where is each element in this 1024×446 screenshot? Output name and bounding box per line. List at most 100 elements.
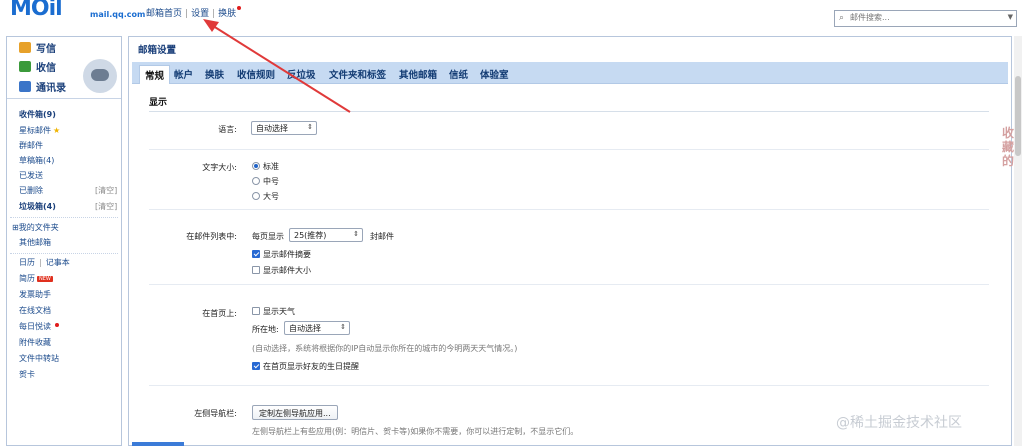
fontsize-standard-radio[interactable]	[252, 162, 260, 170]
mail-search-box[interactable]: ⌕ ▼	[834, 10, 1017, 27]
sidebar-item-cards[interactable]: 贺卡	[19, 369, 35, 380]
sidebar-item-docs[interactable]: 在线文档	[19, 305, 51, 316]
sidebar-item-starred[interactable]: 星标邮件 ★	[19, 125, 60, 136]
sidebar-item-resume[interactable]: 简历 NEW	[19, 273, 53, 284]
contacts-icon	[19, 81, 31, 92]
sidebar-item-label: 每日悦读	[19, 322, 51, 331]
chevron-down-icon[interactable]: ▼	[1008, 13, 1013, 21]
show-weather-label: 显示天气	[263, 307, 295, 316]
section-title: 显示	[149, 98, 168, 108]
location-value: 自动选择	[289, 324, 321, 333]
page-title: 邮箱设置	[138, 45, 177, 56]
location-label: 所在地:	[252, 325, 279, 334]
notes-link[interactable]: 记事本	[46, 258, 70, 267]
link-mail-home[interactable]: 邮箱首页	[146, 9, 182, 19]
watermark: @稀土掘金技术社区	[836, 415, 962, 431]
sidebar-item-group[interactable]: 群邮件	[19, 140, 43, 151]
link-settings[interactable]: 设置	[191, 9, 209, 19]
maillist-label: 在邮件列表中:	[186, 232, 237, 241]
row-divider	[149, 149, 989, 150]
tab-rules[interactable]: 收信规则	[237, 67, 275, 81]
tab-lab[interactable]: 体验室	[480, 67, 509, 81]
divider	[10, 253, 118, 254]
sidebar-item-invoice[interactable]: 发票助手	[19, 289, 51, 300]
general-settings: 显示 语言: 自动选择 ⇕ 文字大小: 标准 中号 大号 在邮件列表中: 每页显示…	[132, 85, 1008, 445]
receive-label: 收信	[36, 63, 56, 74]
sidebar-item-inbox[interactable]: 收件箱(9)	[19, 109, 56, 120]
mail-settings-window: MOil mail.qq.com 邮箱首页|设置|换肤 ⌕ ▼ 写信 收信 通讯…	[0, 0, 1024, 446]
leftnav-note: 左侧导航栏上有些应用(例：明信片、贺卡等)如果你不需要，你可以进行定制，不显示它…	[252, 427, 579, 436]
tab-skin[interactable]: 换肤	[205, 67, 224, 81]
notification-dot	[55, 323, 59, 327]
side-tag[interactable]: 收藏的	[1002, 126, 1016, 168]
sidebar-item-label: 简历	[19, 274, 35, 283]
fontsize-medium-radio[interactable]	[252, 177, 260, 185]
homepage-label: 在首页上:	[202, 309, 237, 318]
location-select[interactable]: 自动选择 ⇕	[284, 321, 350, 335]
customize-leftnav-button[interactable]: 定制左侧导航应用...	[252, 405, 338, 420]
qq-mail-logo[interactable]: MOil mail.qq.com	[6, 0, 145, 22]
sidebar-item-sent[interactable]: 已发送	[19, 170, 43, 181]
bottom-indicator	[132, 442, 184, 446]
search-input[interactable]	[850, 13, 1000, 22]
compose-button[interactable]: 写信	[19, 40, 56, 56]
link-skin[interactable]: 换肤	[218, 9, 236, 19]
top-links: 邮箱首页 | 设置 | 换肤	[146, 6, 242, 19]
row-divider	[149, 209, 989, 210]
sidebar-item-drafts[interactable]: 草稿箱(4)	[19, 155, 54, 166]
penguin-mascot-icon	[83, 59, 117, 93]
separator: |	[212, 9, 216, 19]
sidebar-item-label: 我的文件夹	[18, 223, 59, 232]
show-size-label: 显示邮件大小	[263, 266, 311, 275]
receive-button[interactable]: 收信	[19, 59, 56, 75]
tab-antispam[interactable]: 反垃圾	[287, 67, 316, 81]
search-icon: ⌕	[839, 13, 845, 23]
per-page-prefix: 每页显示	[252, 232, 284, 241]
empty-deleted-link[interactable]: [清空]	[95, 185, 117, 196]
sidebar-item-attachments[interactable]: 附件收藏	[19, 337, 51, 348]
tab-account[interactable]: 帐户	[174, 67, 193, 81]
expand-toggle-icon[interactable]: ⊞	[12, 223, 19, 232]
contacts-label: 通讯录	[36, 83, 66, 94]
fontsize-large-label: 大号	[263, 192, 279, 201]
top-bar: MOil mail.qq.com 邮箱首页|设置|换肤 ⌕ ▼	[0, 0, 1024, 32]
fontsize-large-radio[interactable]	[252, 192, 260, 200]
tab-stationery[interactable]: 信纸	[449, 67, 468, 81]
tab-other-mail[interactable]: 其他邮箱	[399, 67, 437, 81]
per-page-suffix: 封邮件	[370, 232, 394, 241]
settings-tabs: 常规 帐户 换肤 收信规则 反垃圾 文件夹和标签 其他邮箱 信纸 体验室	[132, 62, 1008, 84]
language-select[interactable]: 自动选择 ⇕	[251, 121, 317, 135]
per-page-select[interactable]: 25(推荐) ⇕	[289, 228, 363, 242]
birthday-reminder-checkbox[interactable]	[252, 362, 260, 370]
tab-folders-labels[interactable]: 文件夹和标签	[329, 67, 386, 81]
show-weather-checkbox[interactable]	[252, 307, 260, 315]
sidebar-item-deleted[interactable]: 已删除	[19, 185, 43, 196]
show-summary-checkbox[interactable]	[252, 250, 260, 258]
separator: |	[185, 9, 189, 19]
show-size-checkbox[interactable]	[252, 266, 260, 274]
compose-icon	[19, 42, 31, 53]
contacts-button[interactable]: 通讯录	[19, 79, 66, 95]
sidebar-item-calendar[interactable]: 日历 | 记事本	[19, 257, 70, 268]
sidebar-item-file-transfer[interactable]: 文件中转站	[19, 353, 59, 364]
star-icon: ★	[53, 126, 61, 135]
row-divider	[149, 284, 989, 285]
sidebar: 写信 收信 通讯录 收件箱(9) 星标邮件 ★ 群邮件 草稿箱(4) 已发送 已删…	[6, 36, 122, 446]
logo-domain: mail.qq.com	[90, 10, 146, 19]
empty-spam-link[interactable]: [清空]	[95, 201, 117, 212]
inbox-icon	[19, 61, 31, 72]
divider	[10, 217, 118, 218]
settings-panel: 邮箱设置 常规 帐户 换肤 收信规则 反垃圾 文件夹和标签 其他邮箱 信纸 体验…	[128, 36, 1012, 446]
sidebar-item-spam[interactable]: 垃圾箱(4)	[19, 201, 56, 212]
birthday-reminder-label: 在首页显示好友的生日提醒	[263, 362, 359, 371]
compose-label: 写信	[36, 44, 56, 55]
page-scrollbar[interactable]	[1014, 36, 1022, 446]
sidebar-item-myfolders[interactable]: ⊞我的文件夹	[12, 222, 59, 233]
sidebar-item-reading[interactable]: 每日悦读	[19, 321, 59, 332]
quick-actions: 写信 收信 通讯录	[7, 37, 121, 99]
calendar-link[interactable]: 日历	[19, 258, 35, 267]
tab-general[interactable]: 常规	[139, 65, 171, 84]
select-arrow-icon: ⇕	[353, 230, 359, 238]
sidebar-item-other-mail[interactable]: 其他邮箱	[19, 237, 51, 248]
fontsize-standard-label: 标准	[263, 162, 279, 171]
